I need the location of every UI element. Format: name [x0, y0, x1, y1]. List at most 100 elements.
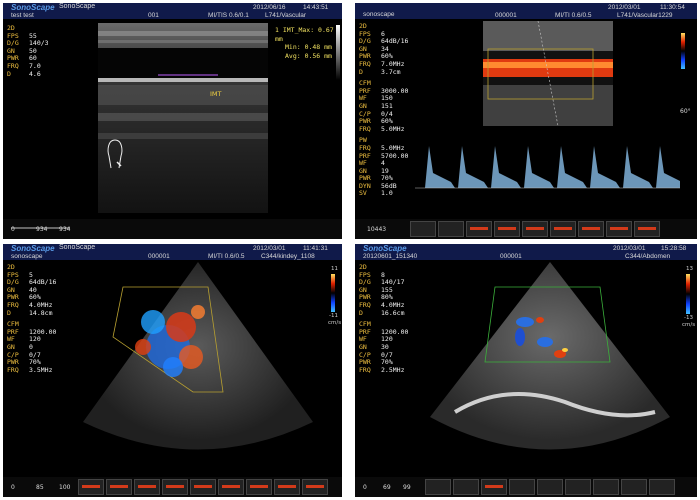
- date: 2012/03/01: [253, 245, 286, 252]
- date: 2012/03/01: [613, 245, 646, 252]
- measure-box: 1 IMT_Max: 0.67 mm Min: 0.48 mm Avg: 0.5…: [275, 26, 342, 60]
- patient-id: 000001: [148, 253, 170, 260]
- thumbnail[interactable]: [302, 479, 328, 495]
- abdomen-doppler-image: [430, 262, 670, 450]
- date: 2012/06/16: [253, 4, 286, 11]
- probe: C344/Abdomen: [625, 253, 671, 260]
- param-list: 2D FPS 5 D/G 64dB/16 GN 40 PWR 60% FRQ 4.0MHz…: [7, 263, 56, 374]
- brand-logo: SonoScape: [11, 244, 55, 253]
- thumbnail[interactable]: [466, 221, 492, 237]
- time: 15:28:58: [661, 245, 687, 252]
- scale-bottom: -13: [684, 315, 693, 321]
- thumbnail[interactable]: [649, 479, 675, 495]
- bottom-bar: 10443: [355, 219, 697, 239]
- thumbnail-strip: [425, 479, 675, 495]
- time: 14:43:51: [303, 4, 329, 11]
- measure-avg: Avg: 0.56 mm: [285, 51, 332, 60]
- gray-scale-bar: [336, 25, 340, 80]
- thumbnail[interactable]: [606, 221, 632, 237]
- scale-unit: cm/s: [682, 322, 696, 328]
- thumbnail[interactable]: [494, 221, 520, 237]
- date: 2012/03/01: [608, 4, 641, 11]
- thumbnail[interactable]: [565, 479, 591, 495]
- param-list: 2D FPS 8 D/G 140/17 GN 155 PWR 80% FRQ 4.0MHz…: [359, 263, 408, 374]
- bottom-start: 0: [11, 484, 15, 491]
- bottom-bar: 0 69 99: [355, 477, 697, 497]
- header-bar: sonoscape 2012/03/01 11:30:54 000001 MI/…: [355, 3, 697, 19]
- param-row: D 16.6cm: [359, 308, 405, 317]
- angle-label: 60°: [680, 108, 691, 115]
- time: 11:41:31: [303, 245, 328, 252]
- probe: L741/Vascular: [265, 12, 307, 19]
- thumbnail[interactable]: [78, 479, 104, 495]
- bottom-total: 99: [403, 484, 411, 491]
- bottom-start: 0: [363, 484, 367, 491]
- thumbnail[interactable]: [481, 479, 507, 495]
- param-row: FRQ 5.0MHz: [359, 124, 405, 133]
- scale-top: 11: [331, 266, 338, 272]
- param-row: FRQ 3.5MHz: [7, 365, 53, 374]
- color-scale-bar: [686, 274, 690, 314]
- header-bar: SonoScape SonoScape sonoscape 2012/03/01…: [3, 244, 342, 260]
- thumbnail[interactable]: [593, 479, 619, 495]
- thumbnail[interactable]: [453, 479, 479, 495]
- patient-id: 000001: [495, 12, 517, 19]
- probe: C344/kindey_1108: [261, 253, 315, 260]
- scale-top: 13: [686, 266, 693, 272]
- color-scale-bar: [331, 274, 335, 312]
- probe: L741/Vascular1229: [617, 12, 673, 19]
- panel-kidney: SonoScape SonoScape sonoscape 2012/03/01…: [3, 244, 342, 497]
- param-d: D 4.6: [7, 69, 41, 78]
- panel-vascular-pw: sonoscape 2012/03/01 11:30:54 000001 MI/…: [355, 3, 697, 239]
- imt-label: IMT: [210, 90, 222, 98]
- thumbnail[interactable]: [106, 479, 132, 495]
- thumbnail-strip: [78, 479, 328, 495]
- param-row: FRQ 2.5MHz: [359, 365, 405, 374]
- param-list: 2D FPS 55 D/G 140/3 GN 50 PWR 60 FRQ 7.0 D 4.6: [7, 24, 49, 78]
- param-row: D 14.8cm: [7, 308, 53, 317]
- brand-name: SonoScape: [59, 3, 96, 10]
- patient-name: sonoscape: [363, 11, 395, 18]
- patient-id: 000001: [500, 253, 522, 260]
- thumbnail[interactable]: [438, 221, 464, 237]
- thumbnail[interactable]: [274, 479, 300, 495]
- brand-logo: SonoScape: [11, 3, 55, 12]
- thumbnail[interactable]: [218, 479, 244, 495]
- param-list: 2D FPS 6 D/G 64dB/16 GN 34 PWR 60% FRQ 7.0MHz…: [359, 22, 408, 198]
- brand-name: SonoScape: [59, 244, 96, 251]
- thumbnail[interactable]: [162, 479, 188, 495]
- thumbnail[interactable]: [522, 221, 548, 237]
- bottom-total: 934: [59, 226, 71, 233]
- bottom-frame: 69: [383, 484, 391, 491]
- bottom-bar: 0 934 934: [3, 219, 342, 239]
- thumbnail[interactable]: [537, 479, 563, 495]
- header-bar: SonoScape SonoScape test test 2012/06/16…: [3, 3, 342, 19]
- mi-ti: MI/TIS 0.6/0.1: [208, 12, 249, 19]
- thumbnail[interactable]: [134, 479, 160, 495]
- param-row: D 3.7cm: [359, 67, 401, 76]
- measure-max: 1 IMT_Max: 0.67 mm: [275, 26, 334, 43]
- thumbnail[interactable]: [578, 221, 604, 237]
- thumbnail[interactable]: [550, 221, 576, 237]
- body-marker-icon: [107, 139, 123, 169]
- ultrasound-image: [98, 23, 268, 213]
- bottom-bar: 0 85 100: [3, 477, 342, 497]
- thumbnail[interactable]: [621, 479, 647, 495]
- scale-bottom: -11: [329, 313, 338, 319]
- thumbnail[interactable]: [190, 479, 216, 495]
- color-scale-bar: [681, 33, 685, 69]
- mi-ti: MI/TI 0.6/0.5: [208, 253, 245, 260]
- thumbnail[interactable]: [425, 479, 451, 495]
- thumbnail[interactable]: [634, 221, 660, 237]
- bottom-frame: 10443: [367, 226, 387, 233]
- brand-logo: SonoScape: [363, 244, 407, 253]
- thumbnail[interactable]: [410, 221, 436, 237]
- kidney-doppler-image: [83, 262, 313, 450]
- color-doppler-image: [483, 21, 613, 126]
- thumbnail[interactable]: [509, 479, 535, 495]
- panel-abdomen: SonoScape 20120601_151340 2012/03/01 15:…: [355, 244, 697, 497]
- thumbnail[interactable]: [246, 479, 272, 495]
- param-frq: FRQ 7.0: [7, 61, 41, 70]
- mi-ti: MI/TI 0.6/0.5: [555, 12, 592, 19]
- bottom-start: 0: [11, 226, 15, 233]
